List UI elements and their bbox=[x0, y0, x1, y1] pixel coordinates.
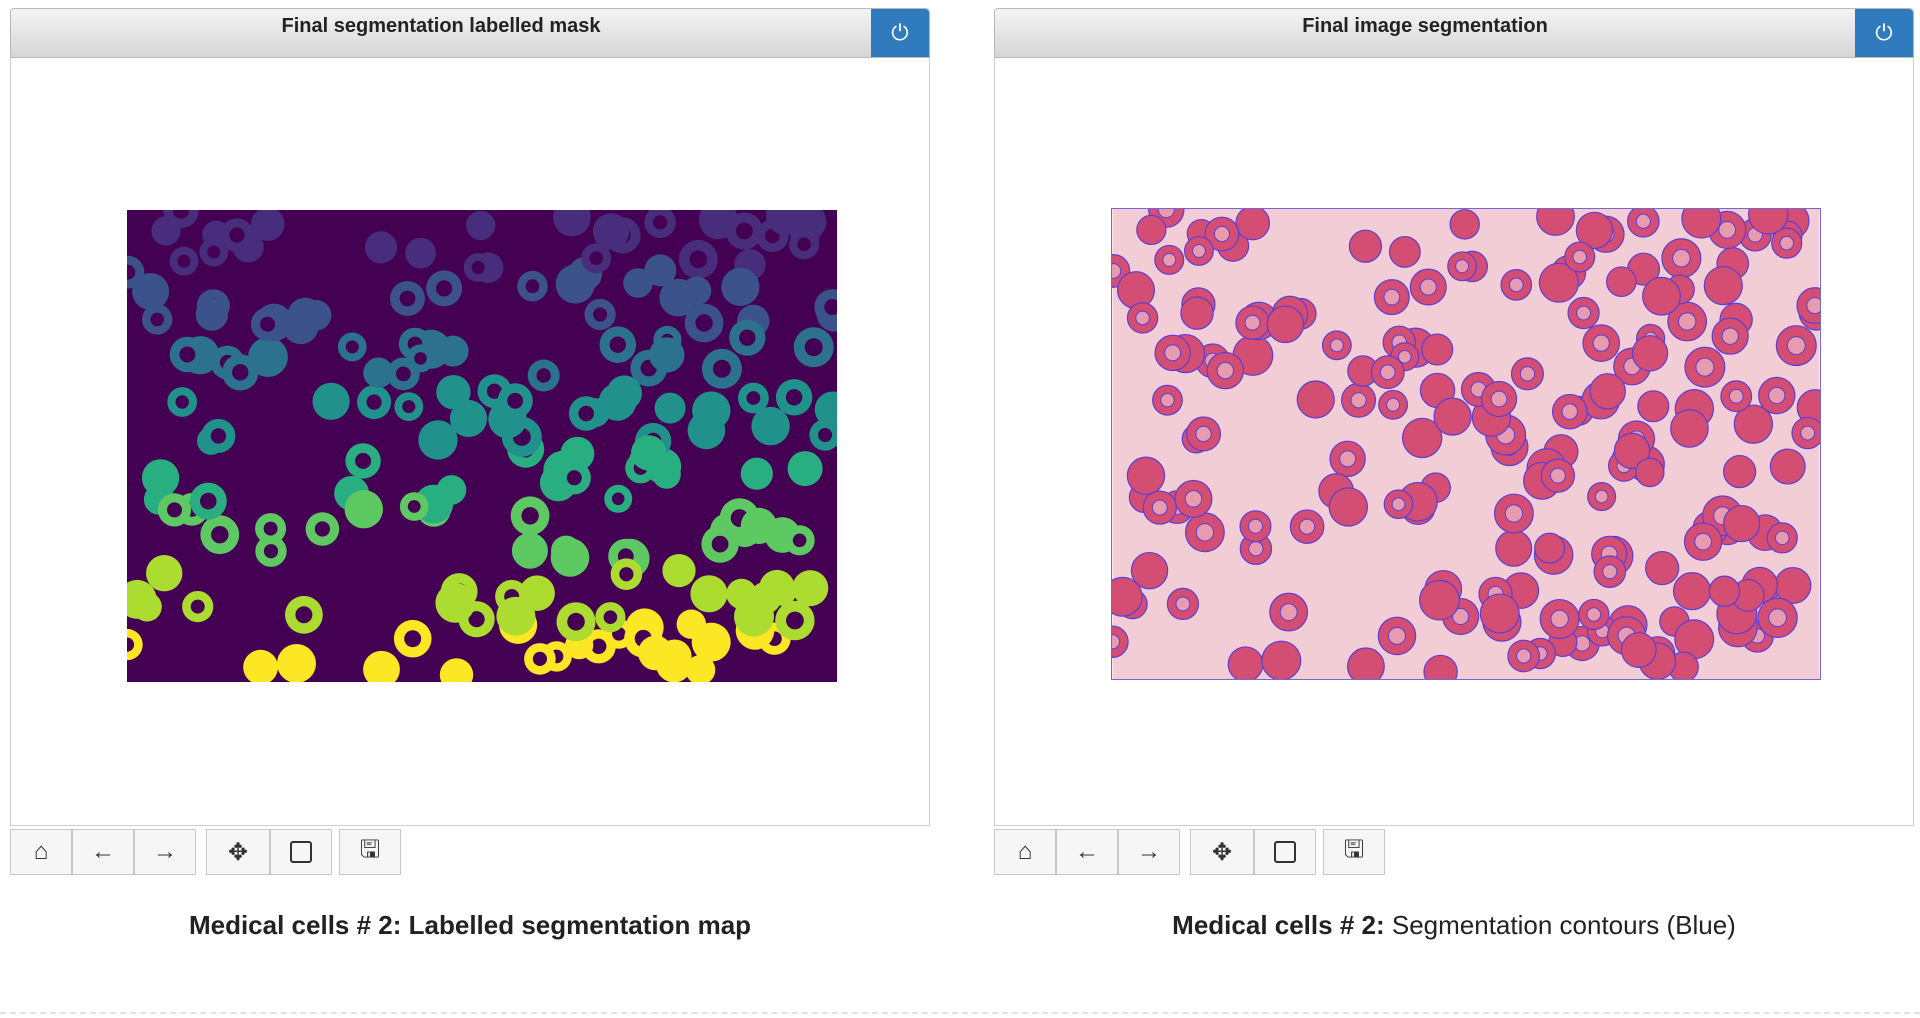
pan-button[interactable]: ✥ bbox=[1190, 829, 1254, 875]
back-arrow-icon: ← bbox=[1075, 838, 1099, 865]
figure-canvas[interactable] bbox=[994, 58, 1914, 826]
back-button[interactable]: ← bbox=[72, 829, 134, 875]
zoom-button[interactable] bbox=[270, 829, 332, 875]
forward-button[interactable]: → bbox=[1118, 829, 1180, 875]
figure-titlebar: Final segmentation labelled mask ⏻ bbox=[10, 8, 930, 58]
home-icon: ⌂ bbox=[33, 838, 49, 865]
zoom-rect-icon bbox=[1274, 841, 1296, 863]
zoom-button[interactable] bbox=[1254, 829, 1316, 875]
forward-button[interactable]: → bbox=[134, 829, 196, 875]
home-button[interactable]: ⌂ bbox=[994, 829, 1056, 875]
section-divider bbox=[0, 1012, 1920, 1014]
caption-text: Labelled segmentation map bbox=[408, 910, 752, 940]
figure-canvas[interactable] bbox=[10, 58, 930, 826]
pan-button[interactable]: ✥ bbox=[206, 829, 270, 875]
back-arrow-icon: ← bbox=[91, 838, 115, 865]
close-figure-button[interactable]: ⏻ bbox=[871, 9, 929, 57]
pan-move-icon: ✥ bbox=[1211, 838, 1233, 866]
caption-label: Medical cells # 2: bbox=[1172, 910, 1385, 940]
figure-caption: Medical cells # 2: Labelled segmentation… bbox=[10, 910, 930, 941]
figure-caption: Medical cells # 2: Segmentation contours… bbox=[994, 910, 1914, 941]
figure-toolbar: ⌂ ← → ✥ 🖫 bbox=[10, 829, 930, 877]
figure-titlebar: Final image segmentation ⏻ bbox=[994, 8, 1914, 58]
figure-toolbar: ⌂ ← → ✥ 🖫 bbox=[994, 829, 1914, 877]
caption-label: Medical cells # 2: bbox=[188, 910, 402, 940]
figure-segmentation-contours: Final image segmentation ⏻ ⌂ ← → ✥ 🖫 bbox=[994, 8, 1914, 877]
figure-labelled-mask: Final segmentation labelled mask ⏻ ⌂ ← →… bbox=[10, 8, 930, 877]
caption-text: Segmentation contours (Blue) bbox=[1391, 910, 1736, 940]
save-icon: 🖫 bbox=[1343, 835, 1365, 863]
pan-move-icon: ✥ bbox=[227, 838, 249, 866]
save-button[interactable]: 🖫 bbox=[1323, 829, 1385, 875]
power-icon: ⏻ bbox=[891, 20, 909, 45]
save-icon: 🖫 bbox=[359, 835, 381, 863]
figure-title: Final segmentation labelled mask bbox=[281, 15, 601, 37]
forward-arrow-icon: → bbox=[153, 838, 177, 865]
forward-arrow-icon: → bbox=[1137, 838, 1161, 865]
back-button[interactable]: ← bbox=[1056, 829, 1118, 875]
segmentation-contour-image bbox=[1111, 208, 1821, 680]
labelled-mask-image bbox=[127, 210, 837, 682]
close-figure-button[interactable]: ⏻ bbox=[1855, 9, 1913, 57]
save-button[interactable]: 🖫 bbox=[339, 829, 401, 875]
home-icon: ⌂ bbox=[1017, 838, 1033, 865]
power-icon: ⏻ bbox=[1875, 20, 1893, 45]
zoom-rect-icon bbox=[290, 841, 312, 863]
home-button[interactable]: ⌂ bbox=[10, 829, 72, 875]
figure-title: Final image segmentation bbox=[1302, 15, 1548, 37]
